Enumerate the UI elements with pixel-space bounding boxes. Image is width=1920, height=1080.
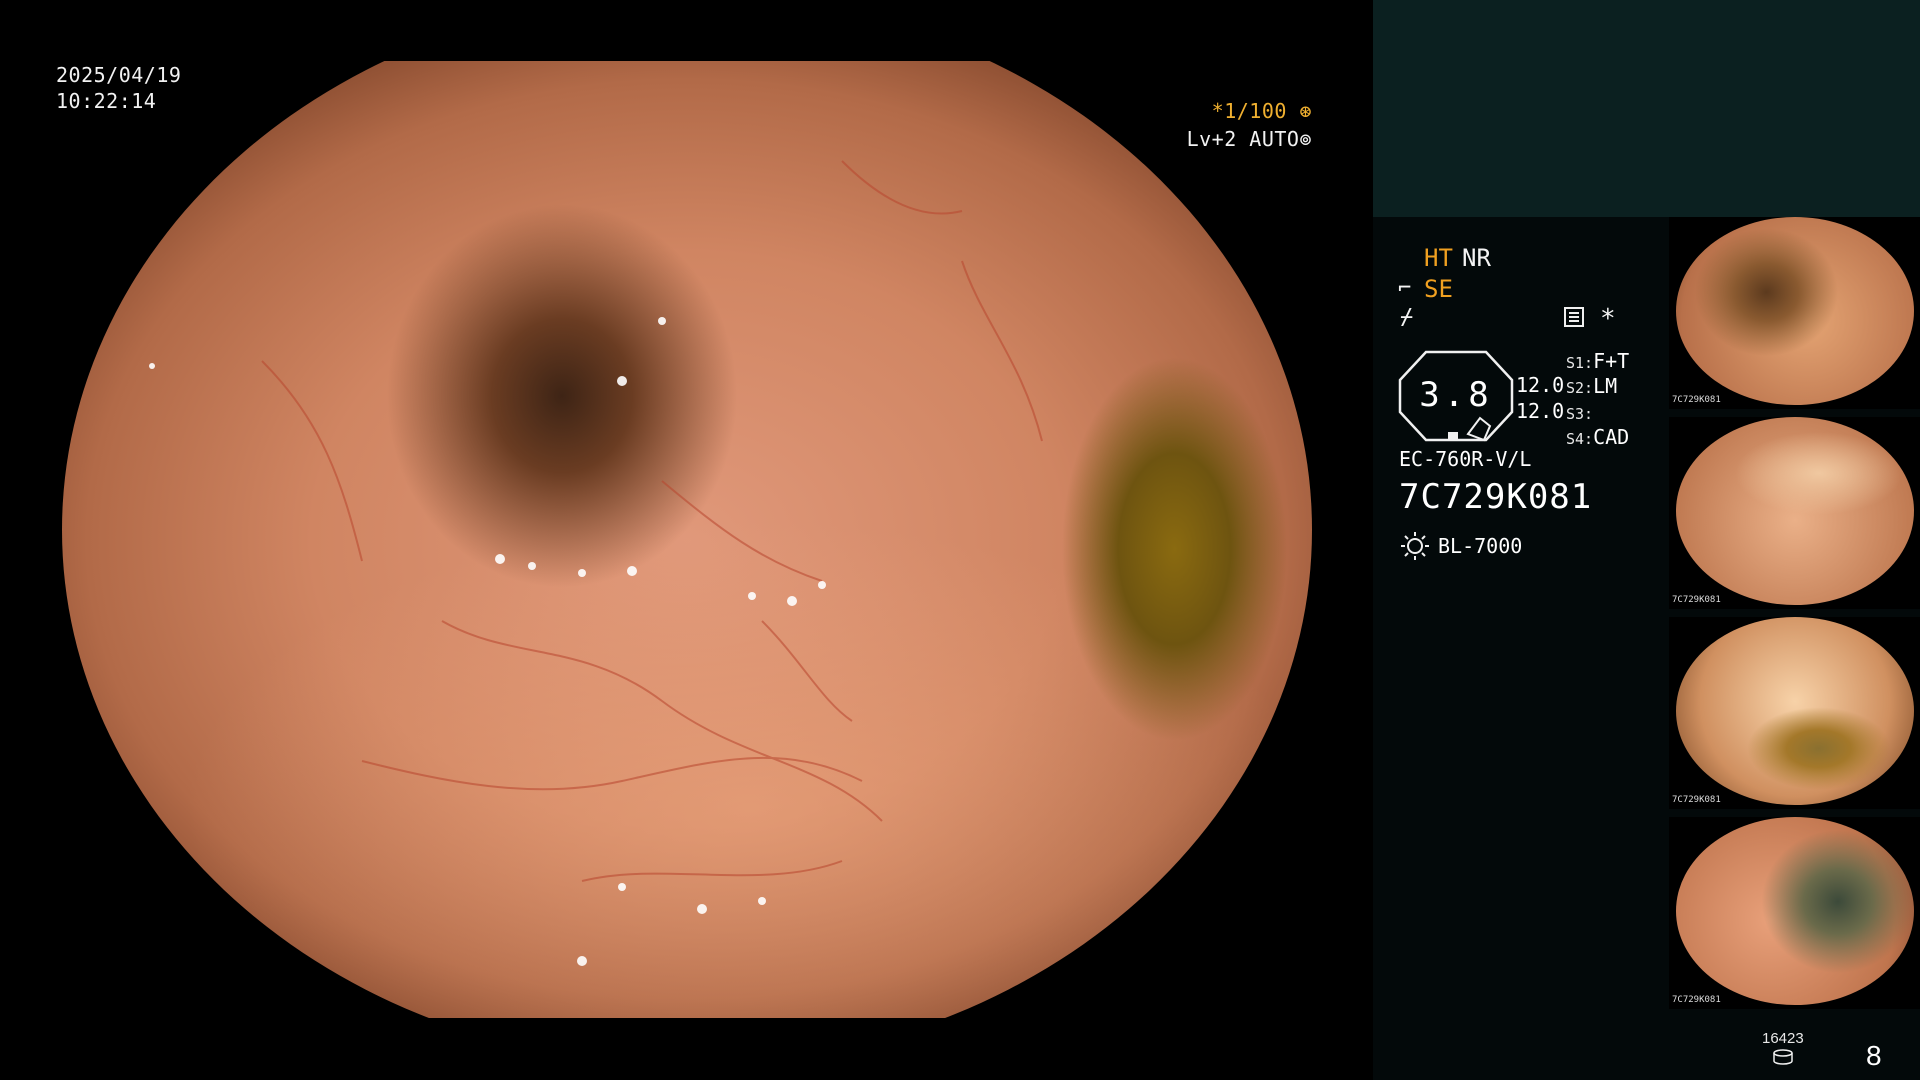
scope-model: EC-760R-V/L — [1399, 447, 1532, 471]
structure-enhancement-icon: ⌐ — [1398, 276, 1412, 301]
scope-serial: 7C729K081 — [1399, 477, 1593, 517]
switch-3: S3: — [1566, 400, 1593, 424]
memo-icon — [1564, 307, 1584, 327]
thumbnail-serial: 7C729K081 — [1672, 395, 1721, 405]
aperture-icon: ⊛ — [1286, 99, 1312, 123]
capture-thumbnail[interactable]: 7C729K081 — [1669, 817, 1920, 1009]
switch-value: F+T — [1593, 349, 1630, 373]
light-source-model: BL-7000 — [1438, 534, 1523, 558]
capture-thumbnail[interactable]: 7C729K081 — [1669, 217, 1920, 409]
shutter-readout: *1/100 ⊛ — [1212, 98, 1312, 124]
level-label: Lv+2 AUTO — [1186, 127, 1300, 151]
brightness-level-readout: Lv+2 AUTO⊚ — [1187, 126, 1312, 152]
info-panel-header — [1373, 0, 1920, 217]
storage-count: 16423 — [1762, 1030, 1804, 1047]
capture-thumbnail[interactable]: 7C729K081 — [1669, 417, 1920, 609]
ht-indicator: HT — [1424, 244, 1453, 272]
capture-count: 8 — [1866, 1040, 1882, 1071]
disk-icon — [1773, 1049, 1793, 1065]
mucosa-vessels — [62, 61, 1312, 1018]
capture-thumbnail[interactable]: 7C729K081 — [1669, 617, 1920, 809]
setting-value-a: 12.0 — [1516, 373, 1565, 397]
switch-key: S1: — [1566, 354, 1594, 372]
zoom-value: 3.8 — [1419, 375, 1493, 415]
iris-icon: ⊚ — [1299, 127, 1312, 151]
shutter-label: *1/100 — [1211, 99, 1287, 123]
thumbnail-image — [1676, 617, 1914, 805]
switch-key: S2: — [1566, 379, 1594, 397]
switch-2: S2:LM — [1566, 374, 1617, 398]
light-source-icon — [1401, 532, 1429, 560]
switch-value: LM — [1593, 374, 1618, 398]
setting-value-b: 12.0 — [1516, 399, 1565, 423]
thumbnail-image — [1676, 817, 1914, 1005]
nr-indicator: NR — [1462, 244, 1491, 272]
switch-4: S4:CAD — [1566, 425, 1629, 449]
switch-key: S3: — [1566, 405, 1594, 423]
edge-enhancement-icon: ⌿ — [1400, 305, 1414, 330]
switch-key: S4: — [1566, 430, 1594, 448]
thumbnail-image — [1676, 417, 1914, 605]
thumbnail-image — [1676, 217, 1914, 405]
switch-value: CAD — [1593, 425, 1630, 449]
se-indicator: SE — [1424, 275, 1453, 303]
thumbnail-serial: 7C729K081 — [1672, 995, 1721, 1005]
star-indicator: * — [1600, 304, 1616, 334]
thumbnail-serial: 7C729K081 — [1672, 595, 1721, 605]
time-readout: 10:22:14 — [56, 89, 157, 113]
switch-1: S1:F+T — [1566, 349, 1629, 373]
date-readout: 2025/04/19 — [56, 63, 182, 87]
thumbnail-serial: 7C729K081 — [1672, 795, 1721, 805]
